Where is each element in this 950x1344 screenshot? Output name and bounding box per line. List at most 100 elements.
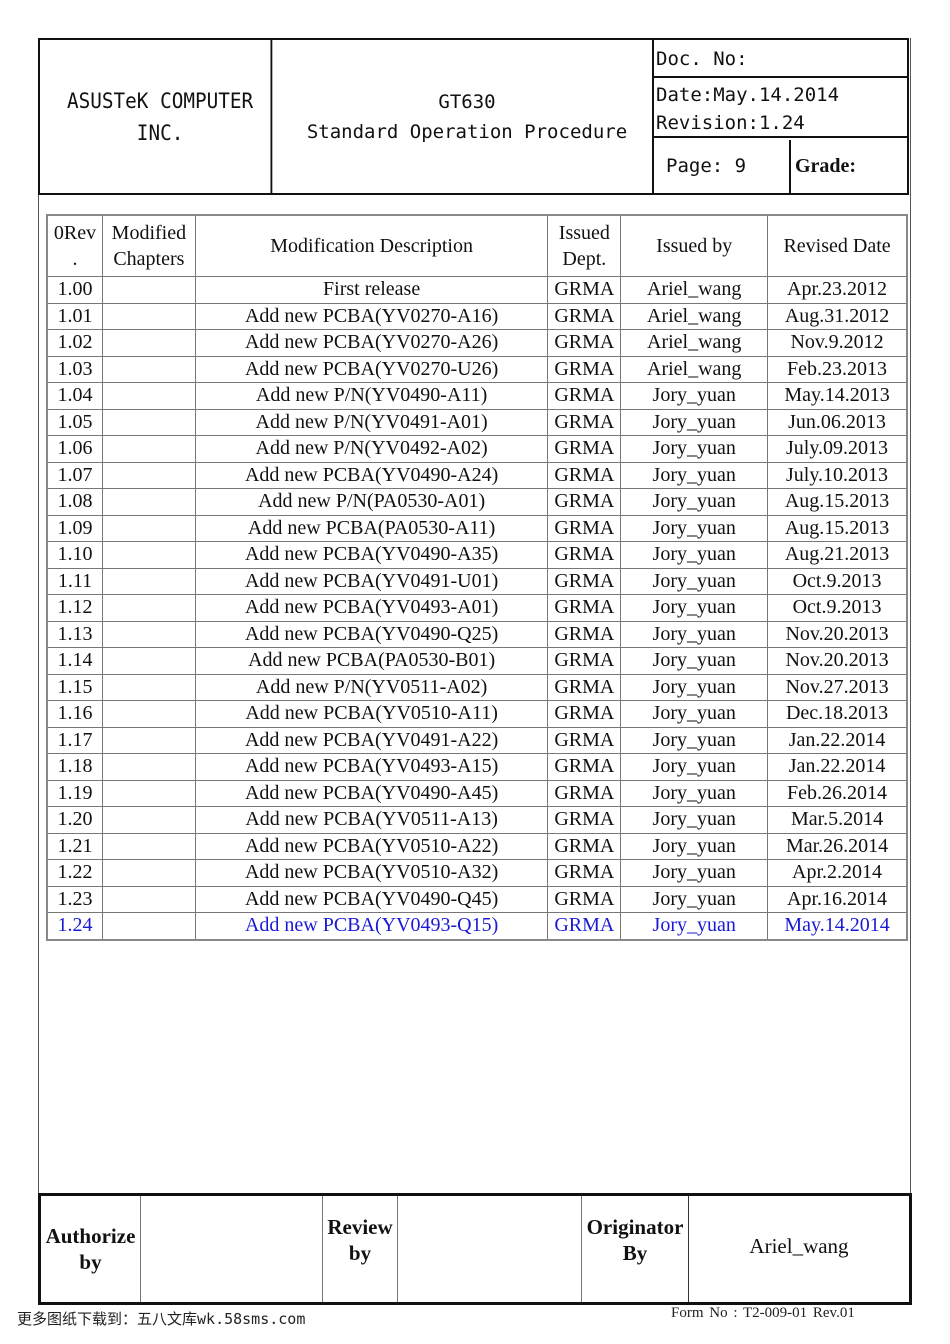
cell-date: Jan.22.2014 xyxy=(767,753,908,781)
cell-chapters xyxy=(101,806,196,834)
signoff-block: Authorize by Review by Originator By Ari… xyxy=(38,1193,912,1305)
cell-chapters xyxy=(101,912,196,940)
revision-rows: 1.00 First release GRMA Ariel_wang Apr.23.20… xyxy=(46,276,908,940)
cell-date: Nov.27.2013 xyxy=(767,673,908,701)
cell-date: Dec.18.2013 xyxy=(767,700,908,728)
cell-date: Mar.26.2014 xyxy=(767,832,908,860)
cell-dept: GRMA xyxy=(547,302,622,330)
document-meta: Doc. No: Date:May.14.2014 Revision:1.24 … xyxy=(654,40,907,193)
cell-dept: GRMA xyxy=(547,329,622,357)
cell-chapters xyxy=(101,488,196,516)
cell-description: Add new PCBA(YV0490-A35) xyxy=(194,541,549,569)
cell-issued-by: Jory_yuan xyxy=(620,408,769,436)
grade-label: Grade: xyxy=(795,155,857,177)
cell-description: Add new PCBA(YV0270-U26) xyxy=(194,355,549,383)
table-row: 1.02 Add new PCBA(YV0270-A26) GRMA Ariel_wa… xyxy=(46,329,908,357)
cell-rev: 1.23 xyxy=(46,885,103,913)
cell-description: Add new PCBA(PA0530-B01) xyxy=(194,647,549,675)
cell-description: Add new PCBA(YV0270-A26) xyxy=(194,329,549,357)
cell-rev: 1.04 xyxy=(46,382,103,410)
cell-dept: GRMA xyxy=(547,912,622,940)
cell-rev: 1.20 xyxy=(46,806,103,834)
cell-date: Aug.15.2013 xyxy=(767,488,908,516)
table-row: 1.01 Add new PCBA(YV0270-A16) GRMA Ariel_wa… xyxy=(46,302,908,330)
cell-rev: 1.24 xyxy=(46,912,103,940)
originator-value: Ariel_wang xyxy=(749,1233,849,1258)
header-modified-chapters: Modified Chapters xyxy=(101,214,196,277)
cell-issued-by: Jory_yuan xyxy=(620,435,769,463)
cell-chapters xyxy=(101,567,196,595)
cell-rev: 1.17 xyxy=(46,726,103,754)
cell-rev: 1.21 xyxy=(46,832,103,860)
cell-rev: 1.19 xyxy=(46,779,103,807)
review-label: Review by xyxy=(323,1196,398,1302)
cell-description: Add new PCBA(YV0510-A22) xyxy=(194,832,549,860)
company-name: ASUSTeK COMPUTER INC. xyxy=(50,40,273,193)
authorize-value xyxy=(141,1196,323,1302)
cell-date: Nov.9.2012 xyxy=(767,329,908,357)
cell-rev: 1.01 xyxy=(46,302,103,330)
table-row: 1.12 Add new PCBA(YV0493-A01) GRMA Jory_yua… xyxy=(46,594,908,622)
cell-dept: GRMA xyxy=(547,276,622,304)
document-title: GT630 Standard Operation Procedure xyxy=(282,40,654,193)
cell-chapters xyxy=(101,620,196,648)
cell-issued-by: Jory_yuan xyxy=(620,488,769,516)
cell-issued-by: Jory_yuan xyxy=(620,647,769,675)
cell-date: Feb.23.2013 xyxy=(767,355,908,383)
cell-description: Add new PCBA(PA0530-A11) xyxy=(194,514,549,542)
cell-rev: 1.11 xyxy=(46,567,103,595)
cell-description: Add new PCBA(YV0493-A15) xyxy=(194,753,549,781)
cell-issued-by: Jory_yuan xyxy=(620,620,769,648)
date-revision: Date:May.14.2014 Revision:1.24 xyxy=(654,80,907,138)
cell-date: Apr.2.2014 xyxy=(767,859,908,887)
cell-chapters xyxy=(101,779,196,807)
cell-date: Apr.16.2014 xyxy=(767,885,908,913)
cell-rev: 1.00 xyxy=(46,276,103,304)
table-row: 1.19 Add new PCBA(YV0490-A45) GRMA Jory_yua… xyxy=(46,779,908,807)
cell-dept: GRMA xyxy=(547,594,622,622)
cell-rev: 1.14 xyxy=(46,647,103,675)
table-row: 1.09 Add new PCBA(PA0530-A11) GRMA Jory_yua… xyxy=(46,514,908,542)
cell-chapters xyxy=(101,594,196,622)
cell-date: May.14.2014 xyxy=(767,912,908,940)
cell-chapters xyxy=(101,276,196,304)
header-issued-dept: Issued Dept. xyxy=(547,214,622,277)
cell-issued-by: Jory_yuan xyxy=(620,885,769,913)
doc-number: Doc. No: xyxy=(654,40,907,78)
cell-rev: 1.12 xyxy=(46,594,103,622)
cell-dept: GRMA xyxy=(547,567,622,595)
cell-issued-by: Jory_yuan xyxy=(620,673,769,701)
cell-rev: 1.03 xyxy=(46,355,103,383)
cell-description: Add new P/N(YV0490-A11) xyxy=(194,382,549,410)
table-row: 1.04 Add new P/N(YV0490-A11) GRMA Jory_yuan… xyxy=(46,382,908,410)
cell-issued-by: Ariel_wang xyxy=(620,302,769,330)
table-header-row: 0Rev . Modified Chapters Modification De… xyxy=(46,214,908,277)
cell-dept: GRMA xyxy=(547,779,622,807)
cell-issued-by: Jory_yuan xyxy=(620,461,769,489)
cell-dept: GRMA xyxy=(547,700,622,728)
cell-description: Add new PCBA(YV0490-Q45) xyxy=(194,885,549,913)
cell-chapters xyxy=(101,329,196,357)
cell-chapters xyxy=(101,382,196,410)
cell-chapters xyxy=(101,673,196,701)
doc-date: Date:May.14.2014 xyxy=(656,84,840,106)
cell-description: Add new PCBA(YV0493-Q15) xyxy=(194,912,549,940)
table-row: 1.13 Add new PCBA(YV0490-Q25) GRMA Jory_yua… xyxy=(46,620,908,648)
cell-dept: GRMA xyxy=(547,647,622,675)
document-type: Standard Operation Procedure xyxy=(306,120,628,143)
table-row: 1.23 Add new PCBA(YV0490-Q45) GRMA Jory_yua… xyxy=(46,885,908,913)
cell-rev: 1.15 xyxy=(46,673,103,701)
cell-dept: GRMA xyxy=(547,753,622,781)
form-number: Form No : T2-009-01 Rev.01 xyxy=(671,1305,855,1321)
cell-rev: 1.18 xyxy=(46,753,103,781)
cell-date: Mar.5.2014 xyxy=(767,806,908,834)
cell-date: July.10.2013 xyxy=(767,461,908,489)
cell-dept: GRMA xyxy=(547,726,622,754)
table-row: 1.08 Add new P/N(PA0530-A01) GRMA Jory_yuan… xyxy=(46,488,908,516)
cell-chapters xyxy=(101,355,196,383)
download-watermark: 更多图纸下载到：五八文库wk.58sms.com xyxy=(17,1310,306,1328)
cell-date: Aug.21.2013 xyxy=(767,541,908,569)
cell-description: Add new P/N(YV0511-A02) xyxy=(194,673,549,701)
cell-description: Add new PCBA(YV0493-A01) xyxy=(194,594,549,622)
cell-chapters xyxy=(101,885,196,913)
